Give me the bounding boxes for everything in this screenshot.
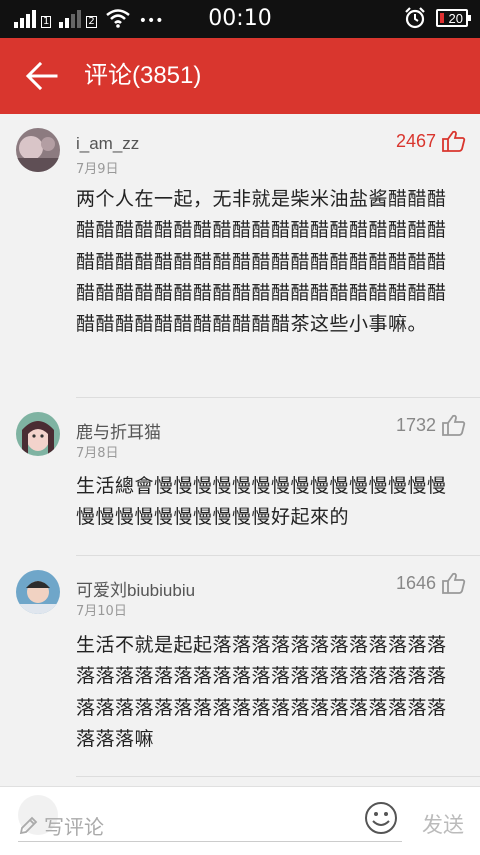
- like-button[interactable]: 1732: [396, 414, 466, 436]
- like-count: 2467: [395, 130, 436, 151]
- battery-level: 20: [448, 10, 463, 26]
- comment-text: 两个人在一起，无非就是柴米油盐酱醋醋醋醋醋醋醋醋醋醋醋醋醋醋醋醋醋醋醋醋醋醋醋醋…: [76, 188, 447, 336]
- back-arrow-icon[interactable]: [24, 58, 60, 94]
- like-count: 1732: [395, 414, 436, 435]
- comment-item: i_am_zz 7月9日 2467 两个人在一起，无非就是柴米油盐酱醋醋醋醋醋醋…: [0, 114, 480, 398]
- avatar[interactable]: [16, 570, 60, 614]
- comment-date: 7月9日: [76, 162, 119, 177]
- comment-item: 鹿与折耳猫 7月8日 1732 生活總會慢慢慢慢慢慢慢慢慢慢慢慢慢慢慢慢慢慢慢慢…: [0, 398, 480, 556]
- thumbs-up-icon: [442, 130, 466, 152]
- comment-username[interactable]: i_am_zz: [76, 134, 139, 154]
- app-header: 评论(3851): [0, 38, 480, 114]
- comment-date: 7月10日: [76, 604, 127, 619]
- like-button[interactable]: 1646: [396, 572, 466, 594]
- pencil-icon: [19, 816, 38, 834]
- comment-item: 可爱刘biubiubiu 7月10日 1646 生活不就是起起落落落落落落落落落…: [0, 556, 480, 788]
- comment-username[interactable]: 鹿与折耳猫: [76, 418, 161, 443]
- comment-username[interactable]: 可爱刘biubiubiu: [76, 576, 195, 601]
- thumbs-up-icon: [442, 572, 466, 594]
- comment-date: 7月8日: [76, 446, 119, 461]
- comment-text: 生活總會慢慢慢慢慢慢慢慢慢慢慢慢慢慢慢慢慢慢慢慢慢慢慢慢慢好起來的: [76, 475, 447, 529]
- avatar[interactable]: [16, 412, 60, 456]
- comment-placeholder: 写评论: [44, 815, 104, 839]
- avatar[interactable]: [16, 128, 60, 172]
- comment-list[interactable]: i_am_zz 7月9日 2467 两个人在一起，无非就是柴米油盐酱醋醋醋醋醋醋…: [0, 114, 480, 788]
- comment-text: 生活不就是起起落落落落落落落落落落落落落落落落落落落落落落落落落落落落落落落落落…: [76, 634, 447, 750]
- status-bar: 1 2 ••• 00:10 20: [0, 0, 480, 38]
- send-button[interactable]: 发送: [422, 809, 464, 839]
- comment-input[interactable]: 写评论: [18, 811, 104, 840]
- emoji-icon[interactable]: [364, 801, 398, 835]
- page-title: 评论(3851): [84, 62, 202, 89]
- like-button[interactable]: 2467: [396, 130, 466, 152]
- alarm-icon: [405, 7, 425, 29]
- thumbs-up-icon: [442, 414, 466, 436]
- comment-input-bar: 写评论 发送: [0, 786, 480, 855]
- input-underline: [18, 841, 402, 842]
- battery-icon: 20: [436, 9, 471, 27]
- like-count: 1646: [395, 572, 436, 593]
- divider: [76, 776, 480, 777]
